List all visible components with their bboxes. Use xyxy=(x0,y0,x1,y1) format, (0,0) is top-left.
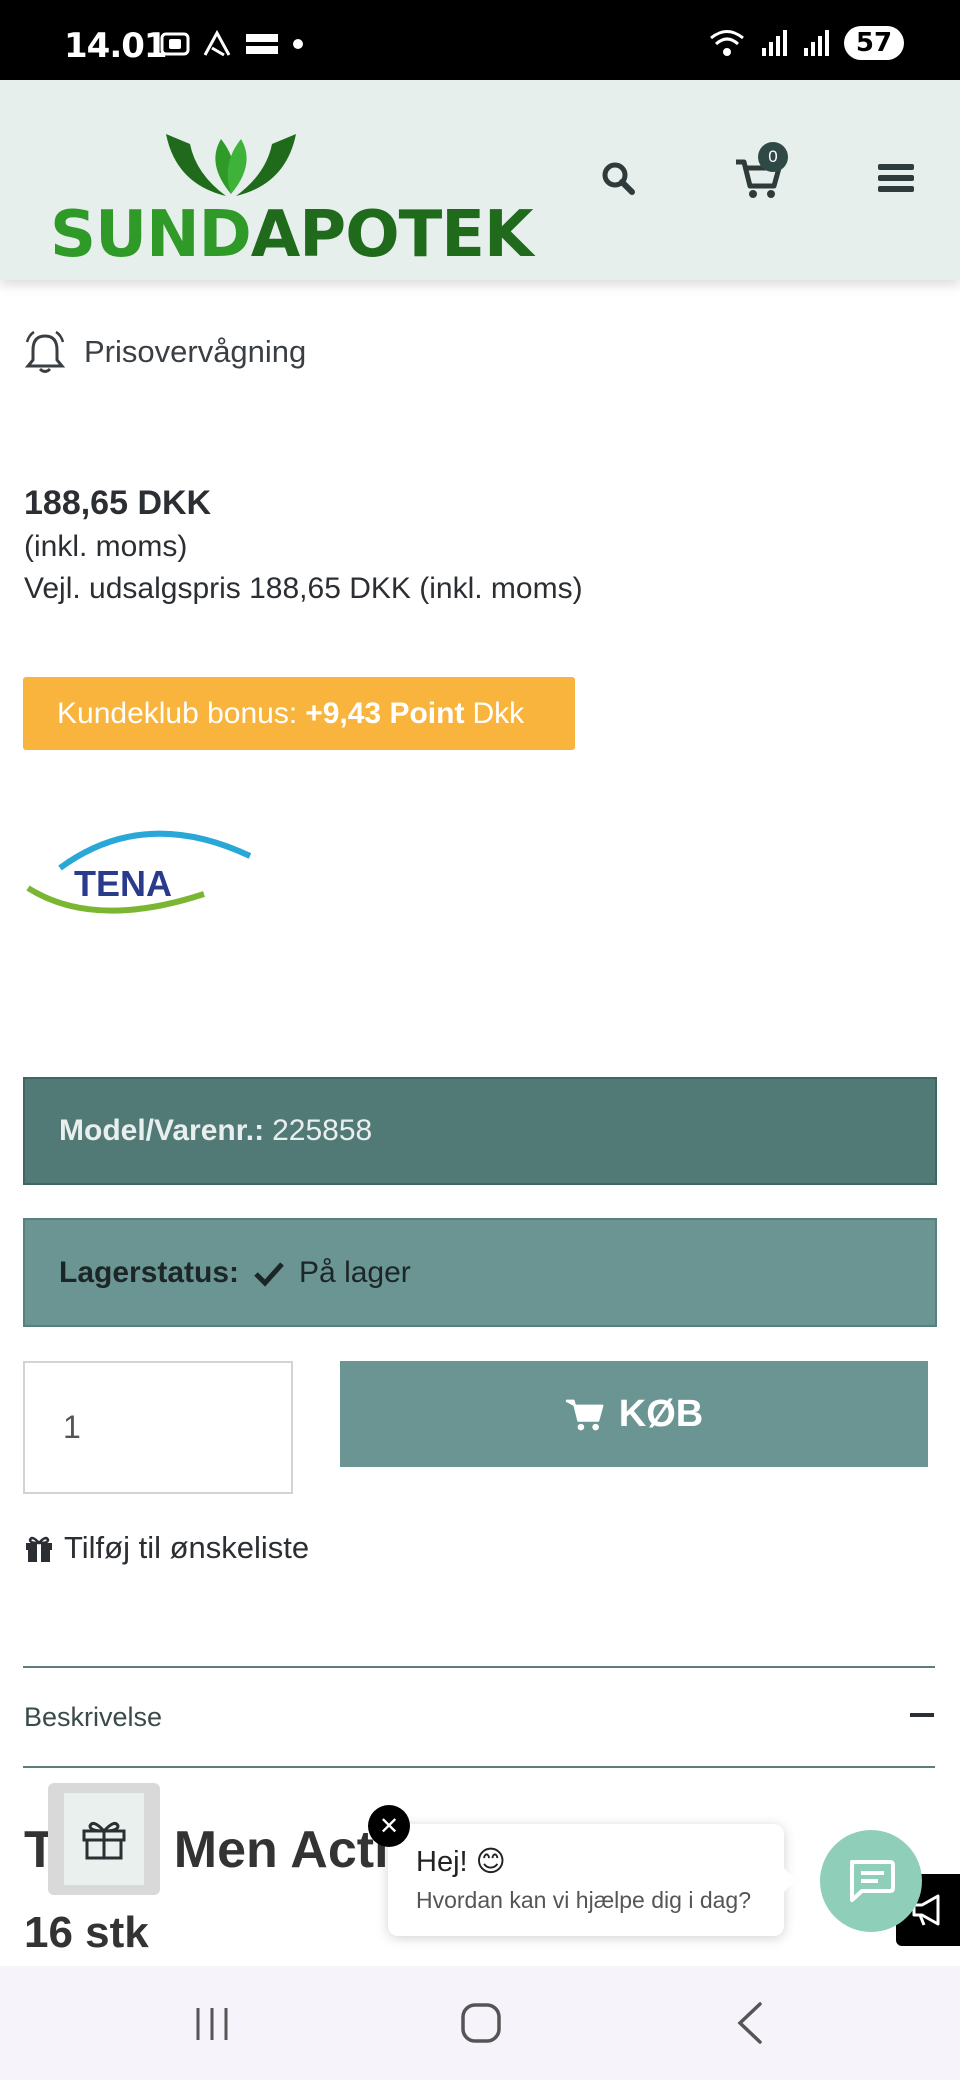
cart-icon xyxy=(565,1399,604,1431)
description-tab[interactable]: Beskrivelse xyxy=(24,1702,162,1733)
status-time: 14.01 xyxy=(64,26,168,66)
bonus-value: +9,43 Point xyxy=(305,696,465,730)
wishlist-label: Tilføj til ønskeliste xyxy=(64,1530,310,1565)
price-alert-link[interactable]: Prisovervågning xyxy=(24,330,306,374)
divider xyxy=(23,1666,935,1668)
bonus-prefix: Kundeklub bonus: xyxy=(57,696,298,730)
home-icon[interactable] xyxy=(456,1998,506,2048)
signal-icon xyxy=(762,30,787,56)
buy-label: KØB xyxy=(618,1392,704,1435)
status-left-icons xyxy=(160,30,304,58)
stock-value: På lager xyxy=(299,1255,411,1289)
chat-greeting: Hej! 😊 xyxy=(416,1846,506,1878)
wifi-icon xyxy=(710,30,744,56)
status-bar: 14.01 57 xyxy=(0,0,960,80)
description-subheading: 16 stk xyxy=(24,1908,149,1957)
brand-logo[interactable]: TENA xyxy=(24,810,254,930)
model-label: Model/Varenr.: xyxy=(59,1114,265,1147)
price-alert-label: Prisovervågning xyxy=(84,334,307,369)
collapse-icon[interactable] xyxy=(910,1713,934,1717)
status-right-icons: 57 xyxy=(708,26,904,60)
model-value: 225858 xyxy=(272,1114,373,1147)
signal-icon-2 xyxy=(804,30,829,56)
chat-question: Hvordan kan vi hjælpe dig i dag? xyxy=(416,1887,751,1913)
recommended-price: Vejl. udsalgspris 188,65 DKK (inkl. moms… xyxy=(24,572,583,605)
search-icon[interactable] xyxy=(600,160,636,196)
chat-greeting-bubble[interactable]: Hej! 😊 Hvordan kan vi hjælpe dig i dag? xyxy=(388,1824,796,1936)
hands-leaf-icon xyxy=(166,134,296,196)
site-header: SUNDAPOTEK 0 xyxy=(0,80,960,280)
model-number-row: Model/Varenr.: 225858 xyxy=(23,1077,937,1185)
tena-logo-icon: TENA xyxy=(26,830,252,914)
divider xyxy=(23,1766,935,1768)
recent-apps-icon[interactable] xyxy=(188,1998,238,2048)
screenshot-icon xyxy=(160,32,190,56)
gift-icon xyxy=(82,1821,126,1860)
check-icon xyxy=(254,1261,284,1287)
system-nav-bar xyxy=(0,1966,960,2080)
bonus-suffix: Dkk xyxy=(472,696,525,730)
menu-icon[interactable] xyxy=(876,160,916,196)
site-logo[interactable]: SUNDAPOTEK xyxy=(50,124,534,272)
chat-close-button[interactable]: ✕ xyxy=(368,1805,410,1847)
add-to-wishlist-link[interactable]: Tilføj til ønskeliste xyxy=(24,1530,309,1566)
chat-launcher-button[interactable] xyxy=(820,1830,922,1932)
cart-count-badge: 0 xyxy=(758,142,788,172)
gift-fab-button[interactable] xyxy=(48,1783,160,1895)
club-bonus-badge: Kundeklub bonus: +9,43 Point Dkk xyxy=(23,677,575,750)
quantity-input[interactable]: 1 xyxy=(23,1361,293,1494)
product-price: 188,65 DKK xyxy=(24,484,212,522)
stock-label: Lagerstatus: xyxy=(59,1255,240,1289)
bell-icon xyxy=(24,330,66,373)
price-vat-note: (inkl. moms) xyxy=(24,530,188,563)
back-icon[interactable] xyxy=(726,1998,776,2048)
arrow-app-icon xyxy=(203,30,231,57)
temu-icon xyxy=(246,34,278,54)
stock-status-row: Lagerstatus: På lager xyxy=(23,1218,937,1327)
dot-icon xyxy=(293,39,303,49)
svg-text:TENA: TENA xyxy=(74,863,172,904)
buy-button[interactable]: KØB xyxy=(340,1361,928,1467)
gift-icon xyxy=(26,1536,52,1562)
chat-icon xyxy=(850,1860,895,1902)
logo-text: SUNDAPOTEK xyxy=(50,198,534,272)
battery-indicator: 57 xyxy=(844,26,904,60)
